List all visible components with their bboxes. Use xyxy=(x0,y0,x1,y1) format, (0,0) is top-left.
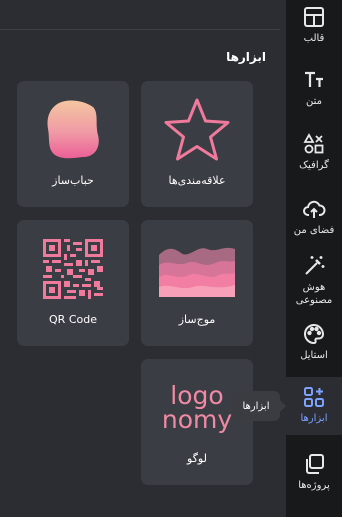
sidebar-item-label: هوش مصنوعی xyxy=(295,282,333,306)
tools-panel: ابزارها علاقه‌مندی‌ها حباب‌ساز xyxy=(0,0,286,517)
text-icon xyxy=(302,68,326,95)
tool-tile-label: QR Code xyxy=(49,313,97,326)
sidebar-item-label: پروژه‌ها xyxy=(298,480,330,491)
palette-icon xyxy=(302,322,326,349)
tool-tile-label: لوگو xyxy=(187,452,207,465)
tool-tile-logo[interactable]: logo nomy لوگو xyxy=(141,359,253,485)
sidebar-item-ai[interactable]: هوش مصنوعی xyxy=(286,254,342,310)
tooltip: ابزارها xyxy=(232,391,286,421)
sidebar-item-projects[interactable]: پروژه‌ها xyxy=(286,452,342,502)
star-icon xyxy=(141,95,253,165)
sidebar-rail: قالب متن گرافیک فضای من هوش مصنوعی استای… xyxy=(286,0,342,517)
cloud-upload-icon xyxy=(302,197,326,224)
sidebar-item-label: ابزارها xyxy=(300,413,328,424)
qr-code-icon xyxy=(17,234,129,304)
sidebar-item-tools[interactable]: ابزارها xyxy=(286,377,342,435)
tool-tile-qr-code[interactable]: QR Code xyxy=(17,220,129,346)
tool-tile-blob-maker[interactable]: حباب‌ساز xyxy=(17,81,129,207)
panel-divider xyxy=(0,29,280,30)
blob-icon xyxy=(17,95,129,165)
tool-tile-wave-maker[interactable]: موج‌ساز xyxy=(141,220,253,346)
panel-title: ابزارها xyxy=(226,50,266,64)
sidebar-item-templates[interactable]: قالب xyxy=(286,5,342,55)
tool-tile-label: علاقه‌مندی‌ها xyxy=(168,174,226,187)
sidebar-item-uploads[interactable]: فضای من xyxy=(286,197,342,247)
sidebar-item-label: فضای من xyxy=(293,225,335,236)
tool-tile-label: حباب‌ساز xyxy=(52,174,94,187)
tool-tile-favorites[interactable]: علاقه‌مندی‌ها xyxy=(141,81,253,207)
logo-art-line2: nomy xyxy=(161,405,233,434)
sidebar-item-style[interactable]: استایل xyxy=(286,322,342,372)
sidebar-item-label: متن xyxy=(306,96,322,107)
wave-icon xyxy=(141,234,253,304)
apps-add-icon xyxy=(302,385,326,412)
sidebar-item-text[interactable]: متن xyxy=(286,68,342,118)
sidebar-item-label: استایل xyxy=(300,350,328,361)
sidebar-item-label: گرافیک xyxy=(299,160,329,171)
sidebar-item-label: قالب xyxy=(303,33,325,44)
magic-wand-icon xyxy=(302,254,326,281)
tool-tile-label: موج‌ساز xyxy=(178,313,216,326)
projects-icon xyxy=(302,452,326,479)
shapes-icon xyxy=(302,132,326,159)
sidebar-item-graphics[interactable]: گرافیک xyxy=(286,132,342,182)
layout-icon xyxy=(302,5,326,32)
